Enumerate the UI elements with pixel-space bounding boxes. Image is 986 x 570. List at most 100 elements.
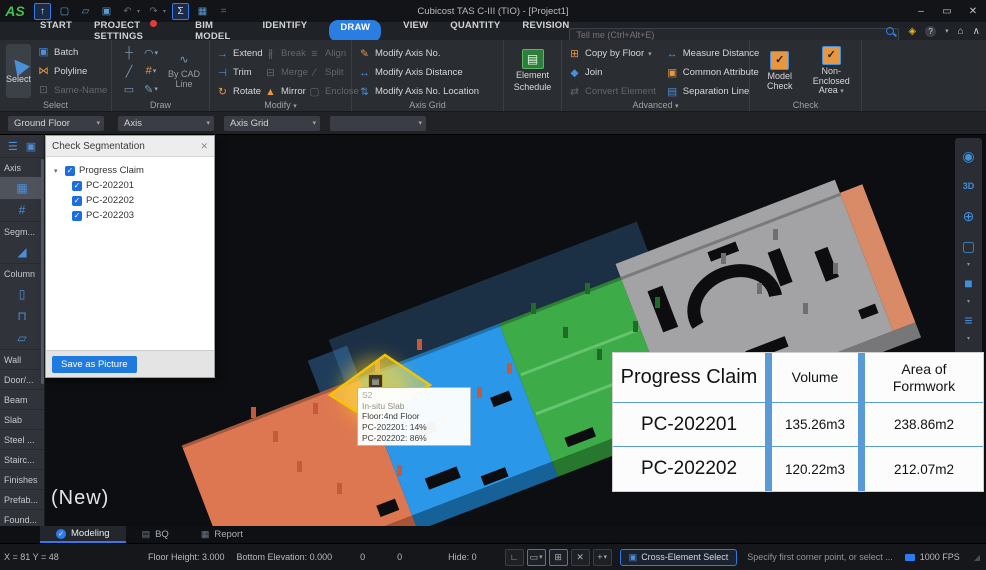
common-attribute-button[interactable]: ▣Common Attribute	[666, 63, 760, 82]
layers-icon[interactable]: ≡	[955, 305, 982, 335]
close-button[interactable]: ✕	[960, 6, 986, 17]
copy-by-floor-button[interactable]: ⊞Copy by Floor▾	[568, 44, 656, 63]
modify-axis-distance-button[interactable]: ↔Modify Axis Distance	[358, 63, 497, 82]
draw-point-tool[interactable]: ┼	[118, 44, 140, 62]
extra-dropdown[interactable]: ▾	[330, 116, 426, 131]
sidebar-tool-column-pit[interactable]: ▱	[0, 327, 44, 349]
trim-button[interactable]: ⊣Trim	[216, 63, 264, 82]
tab-view[interactable]: VIEW	[403, 20, 428, 42]
tree-caret-icon[interactable]: ▾	[54, 167, 61, 175]
draw-rect-tool[interactable]: ▭	[118, 80, 140, 98]
checkbox-icon[interactable]: ✓	[65, 166, 75, 176]
extend-button[interactable]: →Extend	[216, 44, 264, 63]
sidebar-item-slab[interactable]: Slab	[0, 409, 44, 429]
tree-item-pc202202[interactable]: ✓ PC-202202	[54, 193, 214, 208]
help-icon[interactable]: ?	[925, 26, 936, 37]
checkbox-icon[interactable]: ✓	[72, 211, 82, 221]
sidebar-item-finishes[interactable]: Finishes	[0, 469, 44, 489]
more-commands-icon[interactable]: =	[216, 4, 231, 19]
select-button[interactable]: Select	[6, 44, 31, 98]
pan-hand-icon[interactable]: ⊕	[955, 201, 982, 231]
save-as-picture-button[interactable]: Save as Picture	[52, 356, 137, 373]
tab-modeling[interactable]: ✓ Modeling	[40, 526, 126, 543]
undo-caret-icon[interactable]: ▾	[137, 8, 140, 15]
model-check-button[interactable]: ✓ Model Check	[756, 51, 804, 92]
minimize-button[interactable]: –	[908, 6, 934, 17]
tab-bim-model[interactable]: BIM MODEL	[195, 20, 240, 42]
maximize-button[interactable]: ▭	[934, 6, 960, 17]
sidebar-item-foundation[interactable]: Found...	[0, 509, 44, 526]
panel-header[interactable]: Check Segmentation ✕	[46, 136, 214, 157]
non-enclosed-area-button[interactable]: ✓ Non-Enclosed Area ▾	[808, 46, 856, 97]
cancel-icon[interactable]: ✕	[571, 549, 590, 566]
tool-dropdown[interactable]: Axis Grid▾	[224, 116, 320, 131]
help-caret-icon[interactable]: ▾	[945, 27, 949, 35]
tab-revision[interactable]: REVISION	[522, 20, 569, 42]
panel-toggle-icon[interactable]: ▣	[26, 140, 36, 153]
sidebar-item-staircase[interactable]: Stairc...	[0, 449, 44, 469]
license-shield-icon[interactable]: ◈	[908, 26, 916, 37]
sidebar-item-axis[interactable]: Axis	[0, 157, 44, 177]
shaded-view-icon[interactable]: ■	[955, 268, 982, 298]
view-3d-icon[interactable]: 3D	[955, 171, 982, 201]
floor-dropdown[interactable]: Ground Floor▾	[8, 116, 104, 131]
checkbox-icon[interactable]: ✓	[72, 196, 82, 206]
sidebar-item-segment[interactable]: Segm...	[0, 221, 44, 241]
sidebar-item-steel[interactable]: Steel ...	[0, 429, 44, 449]
resize-grip-icon[interactable]: ◢	[974, 553, 980, 562]
import-icon[interactable]: ↑	[34, 3, 51, 20]
collapse-ribbon-icon[interactable]: ∧	[973, 26, 980, 37]
element-schedule-button[interactable]: ▤ Element Schedule	[514, 49, 552, 93]
tab-quantity[interactable]: QUANTITY	[450, 20, 500, 42]
sidebar-item-beam[interactable]: Beam	[0, 389, 44, 409]
draw-pencil-tool[interactable]: ✎▾	[140, 80, 162, 98]
sidebar-item-wall[interactable]: Wall	[0, 349, 44, 369]
sidebar-item-column[interactable]: Column	[0, 263, 44, 283]
sidebar-tool-axis-grid[interactable]: ▦	[0, 177, 44, 199]
modify-axis-no-location-button[interactable]: ⇅Modify Axis No. Location	[358, 82, 497, 101]
rotate-button[interactable]: ↻Rotate	[216, 82, 264, 101]
sidebar-tool-secondary-axis[interactable]: #	[0, 199, 44, 221]
tree-item-progress-claim[interactable]: ▾ ✓ Progress Claim	[54, 163, 214, 178]
polyline-button[interactable]: ⋈Polyline	[37, 62, 107, 81]
open-folder-icon[interactable]: ▱	[78, 4, 93, 19]
selection-mode-icon[interactable]: ▭▾	[527, 549, 546, 566]
training-cap-icon[interactable]: ⌂	[958, 26, 964, 37]
draw-arc-tool[interactable]: ◠▾	[140, 44, 162, 62]
tab-project-settings[interactable]: PROJECT SETTINGS	[94, 20, 173, 42]
orbit-icon[interactable]: ◉	[955, 141, 982, 171]
tab-draw[interactable]: DRAW	[329, 20, 381, 42]
shaded-caret-icon[interactable]: ▾	[967, 261, 970, 268]
cross-element-select-button[interactable]: ▣ Cross-Element Select	[620, 549, 738, 566]
mirror-button[interactable]: ▲Mirror	[264, 82, 308, 101]
panel-close-icon[interactable]: ✕	[200, 141, 208, 152]
redo-caret-icon[interactable]: ▾	[163, 8, 166, 15]
linkage-icon[interactable]: ⊞	[549, 549, 568, 566]
draw-spline-tool[interactable]: ∿	[179, 53, 188, 66]
wireframe-icon[interactable]: ▢	[955, 231, 982, 261]
modify-axis-no-button[interactable]: ✎Modify Axis No.	[358, 44, 497, 63]
tab-report[interactable]: ▦ Report	[185, 526, 259, 543]
tree-item-pc202203[interactable]: ✓ PC-202203	[54, 208, 214, 223]
sidebar-tool-column[interactable]: ▯	[0, 283, 44, 305]
measure-distance-button[interactable]: ↔Measure Distance	[666, 44, 760, 63]
tree-item-pc202201[interactable]: ✓ PC-202201	[54, 178, 214, 193]
tab-identify[interactable]: IDENTIFY	[262, 20, 307, 42]
table-select-icon[interactable]: ▦	[195, 4, 210, 19]
sidebar-tool-segment[interactable]: ◢	[0, 241, 44, 263]
draw-line-tool[interactable]: ╱	[118, 62, 140, 80]
sidebar-item-door[interactable]: Door/...	[0, 369, 44, 389]
snap-icon[interactable]: +▾	[593, 549, 612, 566]
tab-start[interactable]: START	[40, 20, 72, 42]
undo-icon[interactable]: ↶	[120, 4, 135, 19]
category-dropdown[interactable]: Axis▾	[118, 116, 214, 131]
ortho-mode-icon[interactable]: ∟	[505, 549, 524, 566]
draw-grid-tool[interactable]: #▾	[140, 62, 162, 80]
redo-icon[interactable]: ↷	[146, 4, 161, 19]
sidebar-scrollbar[interactable]	[41, 159, 44, 384]
join-button[interactable]: ◆Join	[568, 63, 656, 82]
separation-line-button[interactable]: ▤Separation Line	[666, 82, 760, 101]
batch-button[interactable]: ▣Batch	[37, 43, 107, 62]
save-icon[interactable]: ▣	[99, 4, 114, 19]
sidebar-tool-structural-column[interactable]: ⊓	[0, 305, 44, 327]
